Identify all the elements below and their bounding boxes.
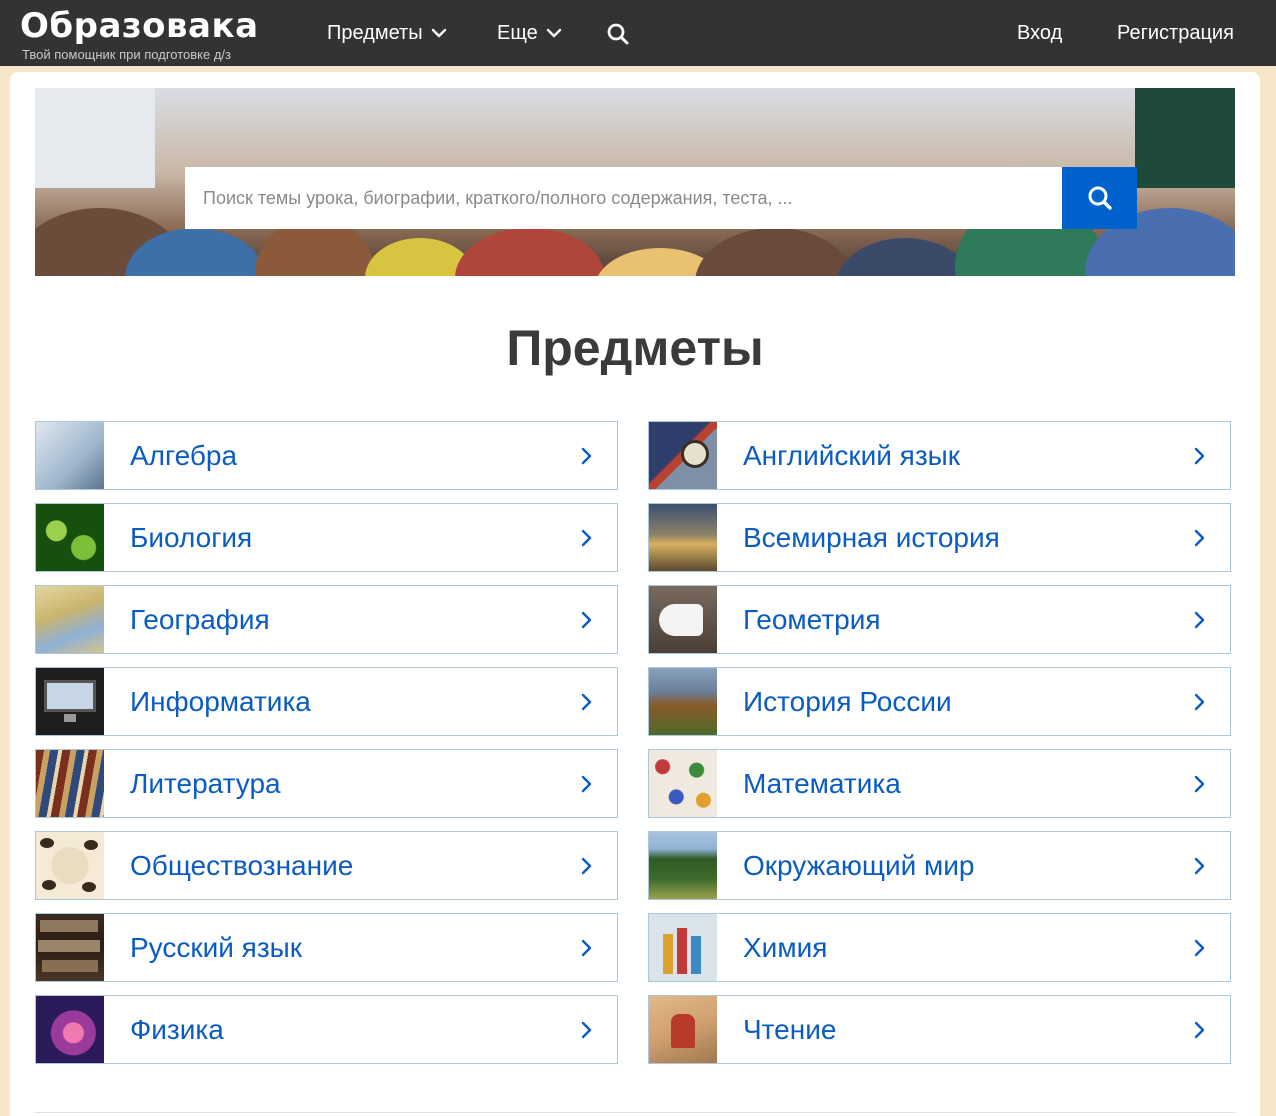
subject-card-physics[interactable]: Физика (35, 995, 618, 1064)
nav-more-label: Еще (497, 22, 538, 44)
main-search-input[interactable] (185, 167, 1062, 229)
chevron-right-icon (581, 775, 592, 792)
subject-label: Информатика (130, 685, 311, 717)
chevron-right-icon (581, 857, 592, 874)
chevron-right-icon (1194, 693, 1205, 710)
subject-card-literature[interactable]: Литература (35, 749, 618, 818)
chevron-right-icon (1194, 529, 1205, 546)
subject-thumbnail (649, 914, 717, 981)
subject-label: Чтение (743, 1013, 837, 1045)
subject-thumbnail (36, 586, 104, 653)
subject-label: География (130, 603, 270, 635)
subject-thumbnail (36, 996, 104, 1063)
main-search-bar (185, 167, 1137, 229)
subject-card-mathematics[interactable]: Математика (648, 749, 1231, 818)
chevron-right-icon (581, 529, 592, 546)
chevron-right-icon (581, 693, 592, 710)
chevron-right-icon (1194, 857, 1205, 874)
subject-label: Русский язык (130, 931, 303, 963)
subject-label: Геометрия (743, 603, 881, 635)
subject-card-social-studies[interactable]: Обществознание (35, 831, 618, 900)
subject-card-algebra[interactable]: Алгебра (35, 421, 618, 490)
subject-card-reading[interactable]: Чтение (648, 995, 1231, 1064)
chevron-down-icon (546, 28, 561, 38)
chevron-right-icon (1194, 775, 1205, 792)
subject-label: Химия (743, 931, 828, 963)
chevron-right-icon (581, 611, 592, 628)
subject-label: История России (743, 685, 952, 717)
subject-card-world-around[interactable]: Окружающий мир (648, 831, 1231, 900)
site-logo[interactable]: Образовака (20, 8, 259, 44)
page-title: Предметы (506, 320, 764, 376)
subject-thumbnail (36, 914, 104, 981)
main-search-button[interactable] (1062, 167, 1137, 229)
subject-label: Алгебра (130, 439, 238, 471)
subject-thumbnail (649, 750, 717, 817)
chevron-right-icon (1194, 1021, 1205, 1038)
subject-label: Литература (130, 767, 281, 799)
search-icon[interactable] (606, 22, 630, 46)
subject-thumbnail (649, 996, 717, 1063)
main-container: Предметы Алгебра Биология География Инфо… (10, 72, 1260, 1116)
subject-card-world-history[interactable]: Всемирная история (648, 503, 1231, 572)
chevron-down-icon (431, 28, 446, 38)
nav-subjects-menu[interactable]: Предметы (327, 21, 447, 45)
chevron-right-icon (581, 1021, 592, 1038)
chevron-right-icon (1194, 939, 1205, 956)
subject-thumbnail (649, 504, 717, 571)
subject-thumbnail (649, 668, 717, 735)
site-tagline: Твой помощник при подготовке д/з (22, 47, 231, 62)
subject-thumbnail (649, 422, 717, 489)
chevron-right-icon (1194, 611, 1205, 628)
subject-card-chemistry[interactable]: Химия (648, 913, 1231, 982)
nav-subjects-label: Предметы (327, 22, 423, 44)
subject-thumbnail (649, 586, 717, 653)
register-link[interactable]: Регистрация (1117, 21, 1234, 45)
subject-thumbnail (36, 832, 104, 899)
subject-label: Биология (130, 521, 253, 553)
subject-label: Математика (743, 767, 901, 799)
subject-label: Физика (130, 1013, 224, 1045)
subject-label: Всемирная история (743, 521, 1000, 553)
subject-thumbnail (36, 750, 104, 817)
subject-thumbnail (36, 504, 104, 571)
subject-card-geography[interactable]: География (35, 585, 618, 654)
chevron-right-icon (1194, 447, 1205, 464)
nav-more-menu[interactable]: Еще (497, 21, 562, 45)
chevron-right-icon (581, 939, 592, 956)
subject-label: Окружающий мир (743, 849, 975, 881)
search-icon (1088, 186, 1112, 210)
subject-card-russian[interactable]: Русский язык (35, 913, 618, 982)
subject-card-russian-history[interactable]: История России (648, 667, 1231, 736)
login-link[interactable]: Вход (1017, 21, 1062, 45)
subject-card-geometry[interactable]: Геометрия (648, 585, 1231, 654)
footer-divider (35, 1112, 1235, 1113)
subject-thumbnail (36, 668, 104, 735)
subject-thumbnail (36, 422, 104, 489)
subject-card-english[interactable]: Английский язык (648, 421, 1231, 490)
hero-banner-image (35, 88, 1235, 276)
subject-card-biology[interactable]: Биология (35, 503, 618, 572)
chevron-right-icon (581, 447, 592, 464)
subject-card-informatics[interactable]: Информатика (35, 667, 618, 736)
top-navbar: Образовака Твой помощник при подготовке … (0, 0, 1276, 66)
subject-label: Обществознание (130, 849, 354, 881)
subject-thumbnail (649, 832, 717, 899)
subject-label: Английский язык (743, 439, 961, 471)
